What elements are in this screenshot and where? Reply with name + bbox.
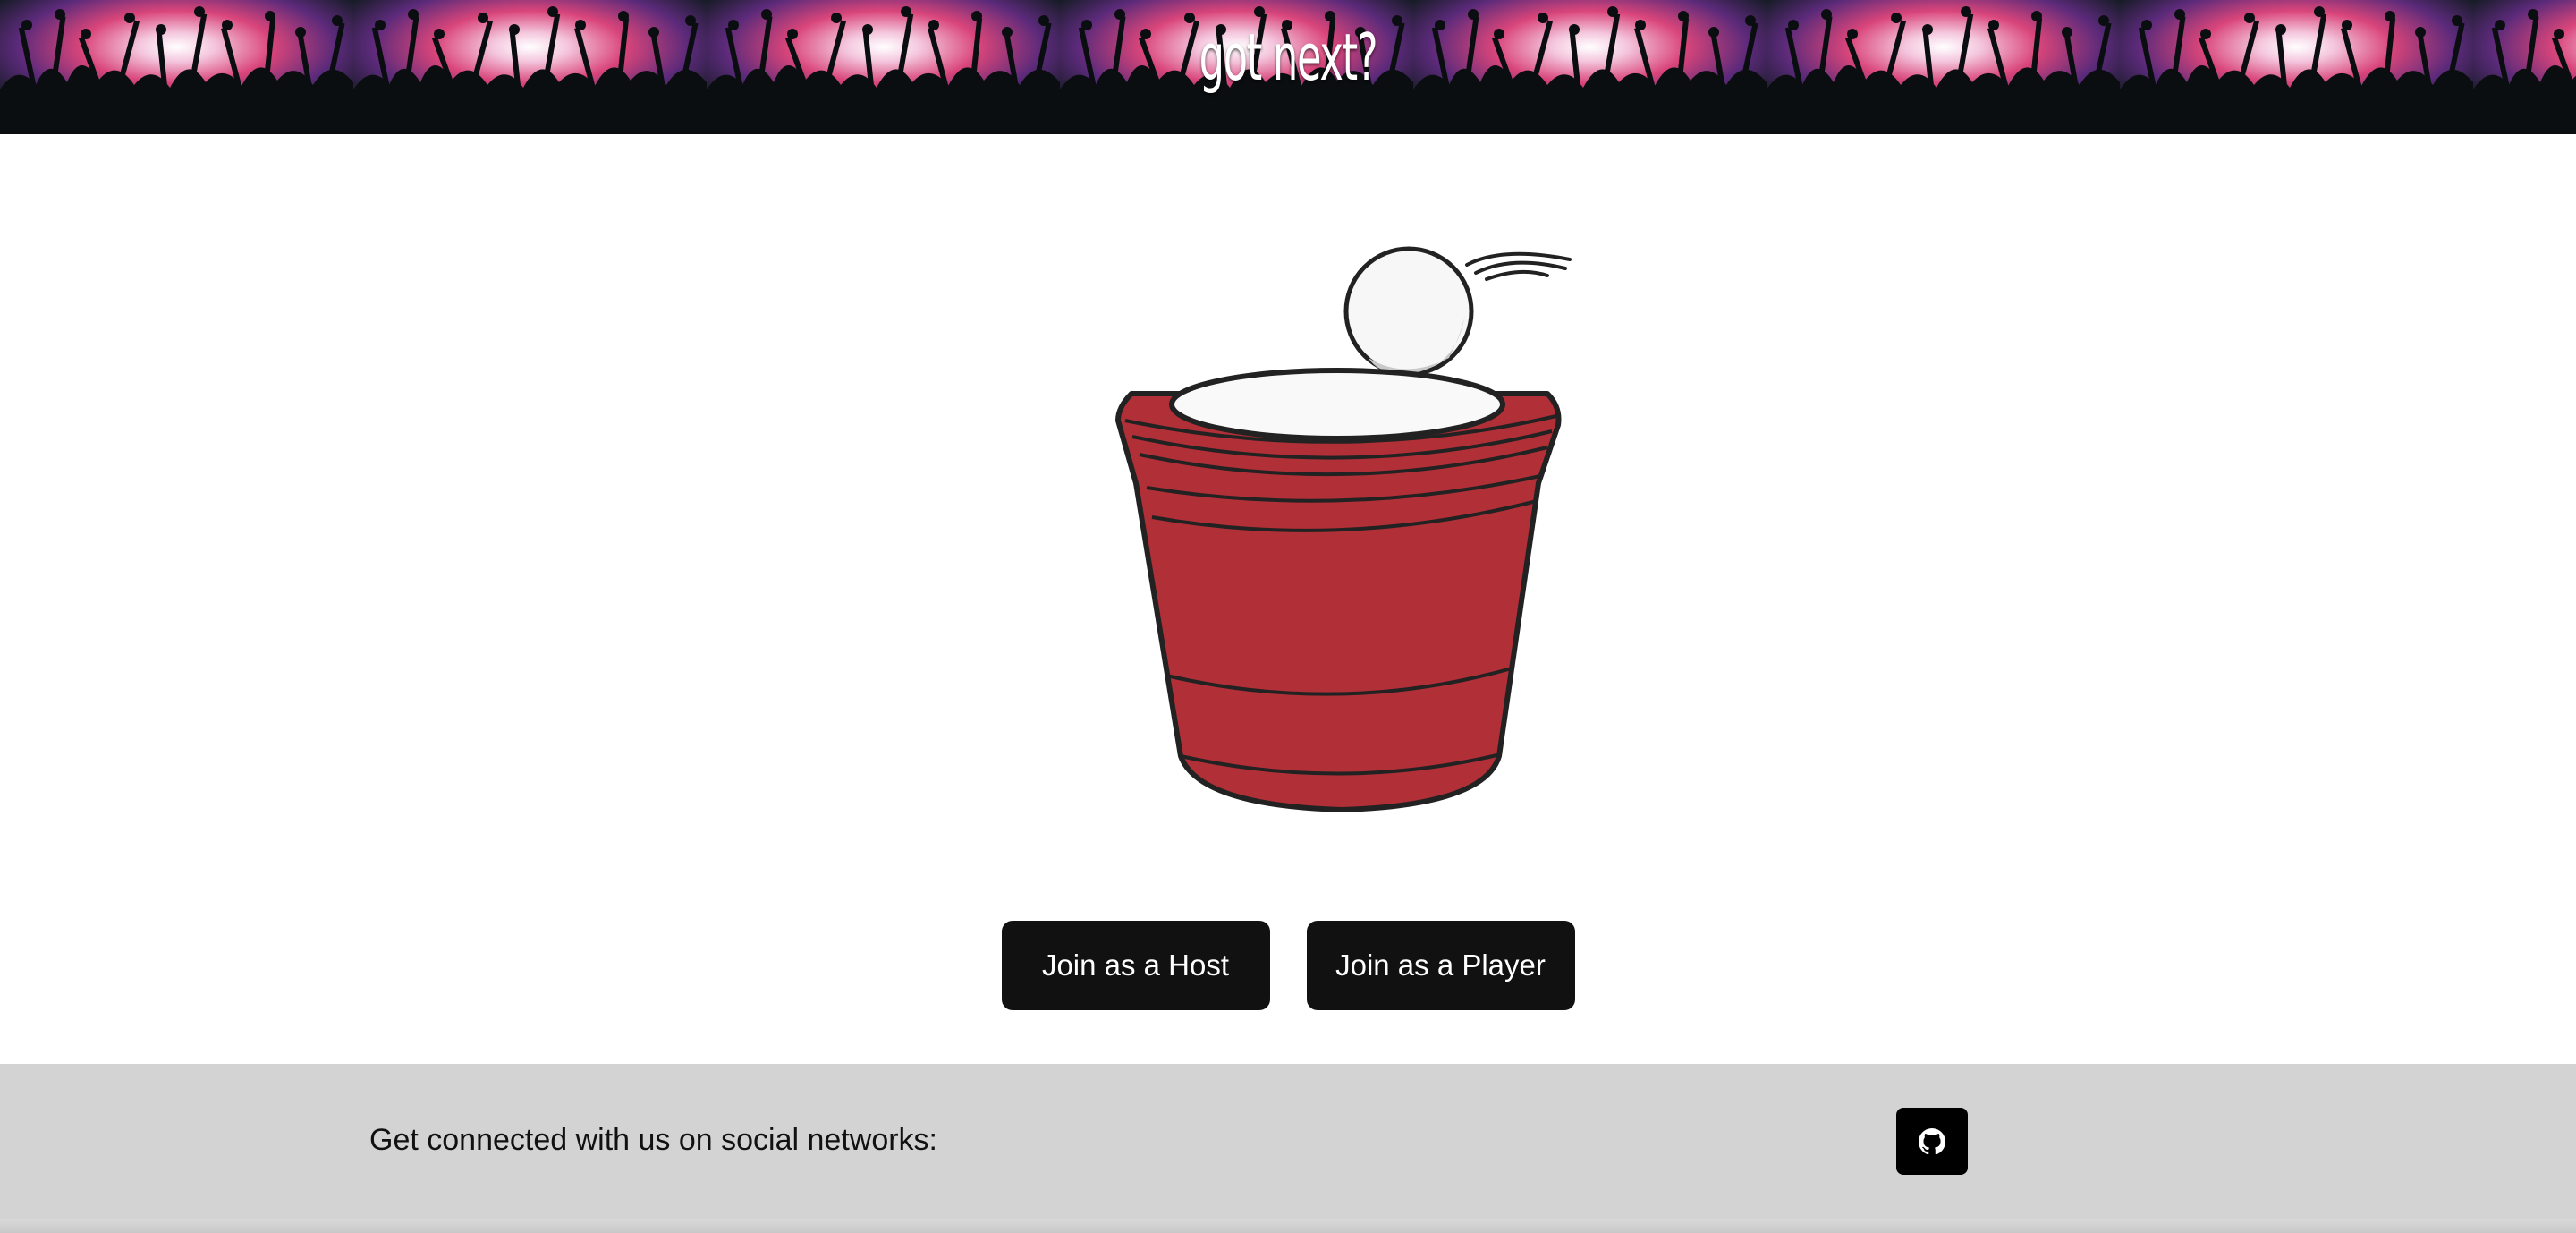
action-buttons: Join as a Host Join as a Player (0, 921, 2576, 1010)
site-title: got next? (1199, 20, 1378, 95)
motion-lines (1465, 251, 1572, 281)
footer: Get connected with us on social networks… (0, 1064, 2576, 1233)
join-as-host-button[interactable]: Join as a Host (1001, 921, 1270, 1010)
social-networks-text: Get connected with us on social networks… (369, 1123, 937, 1157)
red-cup (1115, 368, 1562, 812)
github-link-button[interactable] (1896, 1108, 1968, 1175)
github-icon (1919, 1127, 1945, 1154)
header-banner: got next? (0, 0, 2576, 134)
red-cup-with-ball-illustration (1115, 246, 1572, 812)
footer-bottom-strip (0, 1219, 2576, 1233)
join-as-player-button[interactable]: Join as a Player (1306, 921, 1575, 1010)
ping-pong-ball (1343, 246, 1474, 377)
